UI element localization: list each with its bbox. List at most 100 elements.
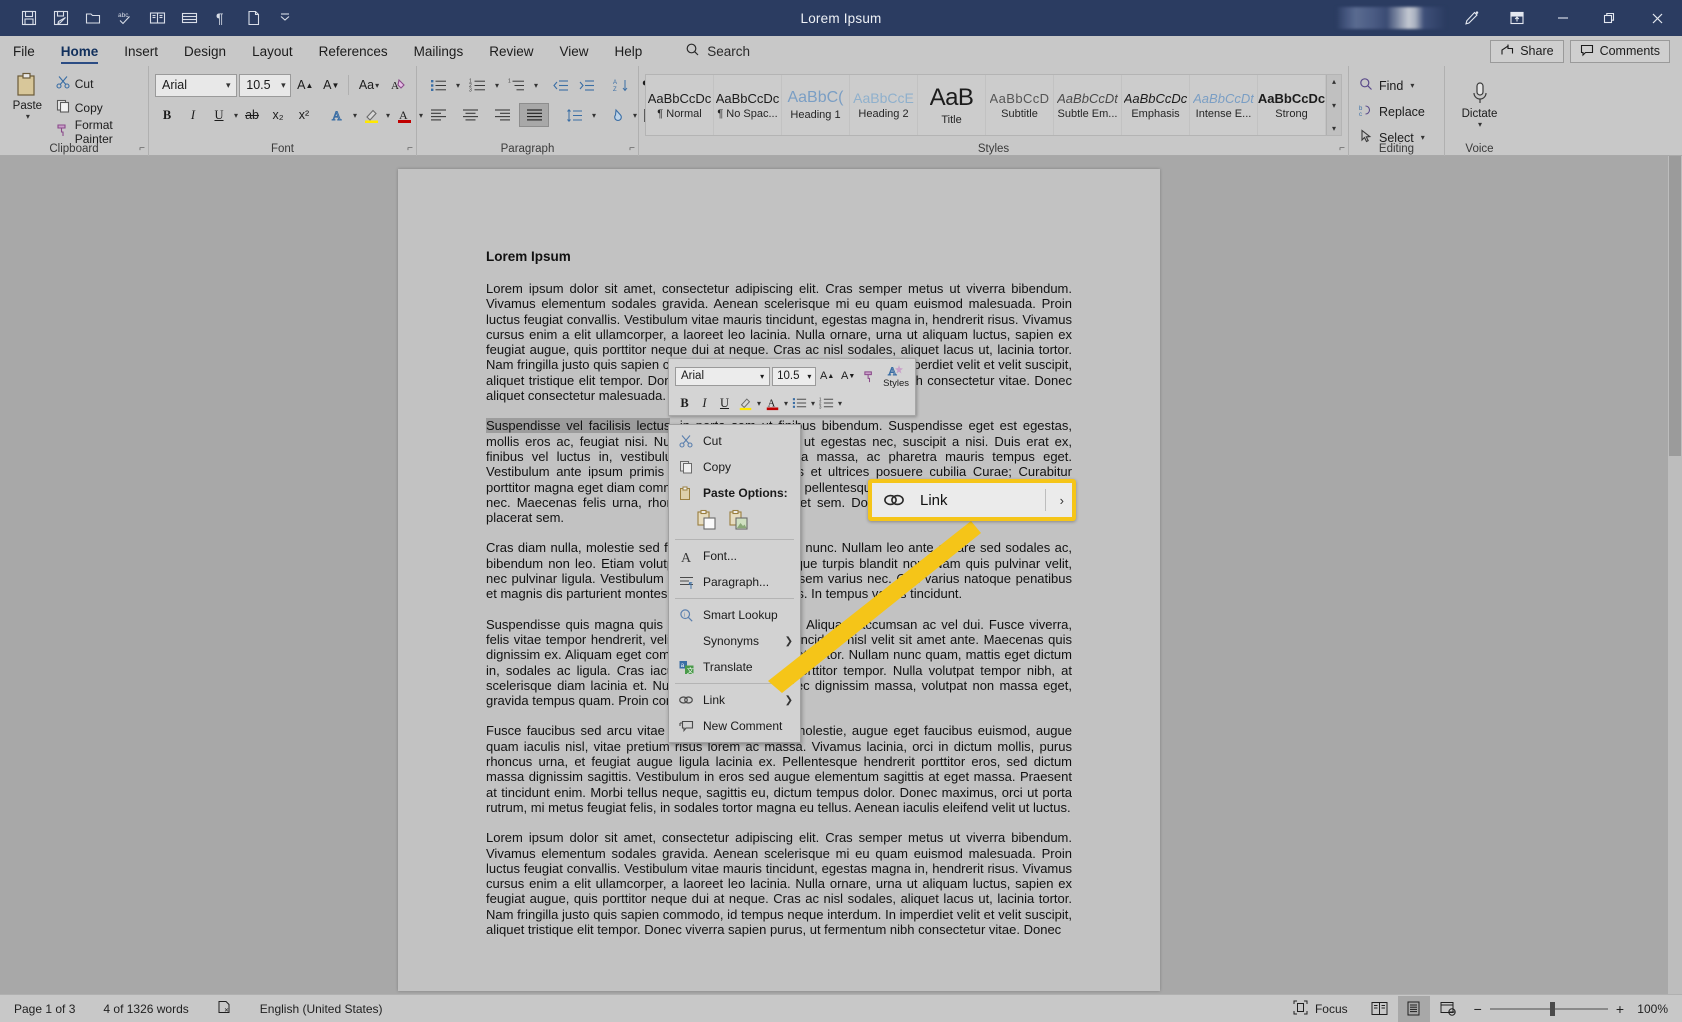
mini-numbering-icon[interactable]: 123 (816, 393, 836, 413)
align-left-icon[interactable] (423, 103, 453, 127)
mini-font-color-icon[interactable]: A (762, 393, 782, 413)
style-heading-1[interactable]: AaBbC( Heading 1 (782, 75, 850, 135)
chevron-down-icon[interactable]: ▾ (534, 81, 538, 90)
mini-font-family-input[interactable]: Arial ▾ (675, 366, 771, 386)
chevron-down-icon[interactable]: ▾ (220, 80, 236, 91)
context-menu-item-synonyms[interactable]: Synonyms ❯ (669, 628, 800, 654)
sort-icon[interactable]: AZ (608, 73, 632, 97)
chevron-down-icon[interactable]: ▾ (633, 111, 637, 120)
font-dialog-launcher[interactable]: ⌐ (407, 143, 413, 154)
page-indicator[interactable]: Page 1 of 3 (0, 1002, 89, 1016)
mini-format-painter-icon[interactable] (859, 366, 879, 386)
tab-insert[interactable]: Insert (111, 36, 171, 66)
decrease-indent-icon[interactable] (548, 73, 572, 97)
paragraph-marks-icon[interactable]: ¶ (206, 4, 236, 32)
zoom-level[interactable]: 100% (1634, 1002, 1668, 1016)
chevron-down-icon[interactable]: ▾ (1478, 120, 1482, 129)
context-menu[interactable]: Cut Copy Paste Options: A Font... ¶ Para… (668, 424, 801, 743)
scrollbar-thumb[interactable] (1669, 156, 1681, 456)
paste-keep-formatting-icon[interactable] (695, 508, 719, 532)
style-intense-emphasis[interactable]: AaBbCcDt Intense E... (1190, 75, 1258, 135)
context-menu-item-link[interactable]: Link ❯ (669, 687, 800, 713)
context-menu-item-translate[interactable]: a文 Translate (669, 654, 800, 680)
save-icon[interactable] (14, 4, 44, 32)
customize-qat-icon[interactable] (270, 4, 300, 32)
open-folder-icon[interactable] (78, 4, 108, 32)
numbering-icon[interactable]: 123 (462, 73, 492, 97)
font-size-input[interactable]: 10.5 ▾ (239, 73, 292, 97)
replace-button[interactable]: bc Replace (1355, 100, 1438, 123)
share-button[interactable]: Share (1490, 39, 1564, 63)
chevron-down-icon[interactable]: ▾ (277, 80, 291, 91)
tab-file[interactable]: File (0, 36, 48, 66)
chevron-down-icon[interactable]: ▾ (1410, 81, 1414, 90)
shading-icon[interactable] (606, 103, 630, 127)
chevron-down-icon[interactable]: ▾ (838, 399, 842, 408)
clipboard-dialog-launcher[interactable]: ⌐ (139, 143, 145, 154)
zoom-in-button[interactable]: + (1616, 1001, 1624, 1017)
save-as-icon[interactable] (46, 4, 76, 32)
mini-formatting-toolbar[interactable]: Arial ▾ 10.5 ▾ A ▲ A ▼ A Styles B I U ▾ A … (668, 358, 916, 416)
mini-shrink-font-button[interactable]: A ▼ (838, 366, 858, 386)
context-menu-item-font[interactable]: A Font... (669, 543, 800, 569)
bullets-icon[interactable] (423, 73, 453, 97)
style-normal[interactable]: AaBbCcDc ¶ Normal (646, 75, 714, 135)
align-center-icon[interactable] (455, 103, 485, 127)
styles-dialog-launcher[interactable]: ⌐ (1339, 143, 1345, 154)
context-menu-item-new-comment[interactable]: New Comment (669, 713, 800, 739)
style-no-spacing[interactable]: AaBbCcDc ¶ No Spac... (714, 75, 782, 135)
style-emphasis[interactable]: AaBbCcDc Emphasis (1122, 75, 1190, 135)
mini-styles-button[interactable]: A Styles (883, 363, 909, 389)
style-subtle-emphasis[interactable]: AaBbCcDt Subtle Em... (1054, 75, 1122, 135)
styles-more-icon[interactable]: ▾ (1332, 124, 1336, 133)
increase-indent-icon[interactable] (574, 73, 598, 97)
align-right-icon[interactable] (487, 103, 517, 127)
tab-mailings[interactable]: Mailings (401, 36, 477, 66)
cut-button[interactable]: Cut (53, 73, 142, 94)
subscript-button[interactable]: x₂ (266, 103, 290, 127)
paragraph-dialog-launcher[interactable]: ⌐ (629, 143, 635, 154)
spelling-check-icon[interactable]: abc (110, 4, 140, 32)
italic-button[interactable]: I (181, 103, 205, 127)
justify-icon[interactable] (519, 103, 549, 127)
focus-button[interactable]: Focus (1279, 1000, 1362, 1018)
context-menu-item-smart-lookup[interactable]: i Smart Lookup (669, 602, 800, 628)
copy-button[interactable]: Copy (53, 97, 142, 118)
scroll-down-icon[interactable]: ▾ (1332, 101, 1336, 110)
zoom-out-button[interactable]: − (1474, 1001, 1482, 1017)
grow-font-button[interactable]: A ▲ (293, 73, 317, 97)
dictate-button[interactable]: Dictate ▾ (1454, 78, 1506, 129)
mini-grow-font-button[interactable]: A ▲ (817, 366, 837, 386)
chevron-down-icon[interactable]: ▾ (386, 111, 390, 120)
text-effects-icon[interactable]: A (326, 103, 350, 127)
language-indicator[interactable]: English (United States) (246, 1002, 397, 1016)
chevron-down-icon[interactable]: ▾ (804, 372, 816, 381)
style-strong[interactable]: AaBbCcDc Strong (1258, 75, 1326, 135)
link-callout-highlight[interactable]: Link › (868, 479, 1076, 521)
chevron-down-icon[interactable]: ▾ (353, 111, 357, 120)
zoom-knob[interactable] (1549, 1001, 1555, 1016)
ribbon-display-options-icon[interactable] (1494, 0, 1540, 36)
mini-underline-button[interactable]: U (715, 393, 734, 413)
tab-review[interactable]: Review (476, 36, 546, 66)
clear-formatting-icon[interactable]: A (386, 73, 410, 97)
style-heading-2[interactable]: AaBbCcE Heading 2 (850, 75, 918, 135)
paste-picture-icon[interactable] (727, 508, 751, 532)
line-spacing-icon[interactable] (559, 103, 589, 127)
strikethrough-button[interactable]: ab (240, 103, 264, 127)
minimize-button[interactable] (1540, 0, 1586, 36)
chevron-down-icon[interactable]: ▾ (26, 112, 30, 121)
document-canvas[interactable]: Lorem Ipsum Lorem ipsum dolor sit amet, … (0, 156, 1682, 994)
shrink-font-button[interactable]: A ▼ (319, 73, 343, 97)
restore-button[interactable] (1586, 0, 1632, 36)
mini-bullets-icon[interactable] (789, 393, 809, 413)
read-mode-icon[interactable] (142, 4, 172, 32)
chevron-down-icon[interactable]: ▾ (757, 399, 761, 408)
text-highlight-icon[interactable] (359, 103, 383, 127)
word-count[interactable]: 4 of 1326 words (89, 1002, 202, 1016)
tab-layout[interactable]: Layout (239, 36, 306, 66)
styles-gallery[interactable]: AaBbCcDc ¶ Normal AaBbCcDc ¶ No Spac... … (645, 74, 1342, 136)
close-button[interactable] (1632, 0, 1682, 36)
context-menu-item-paragraph[interactable]: ¶ Paragraph... (669, 569, 800, 595)
change-case-button[interactable]: Aa ▾ (354, 73, 384, 97)
